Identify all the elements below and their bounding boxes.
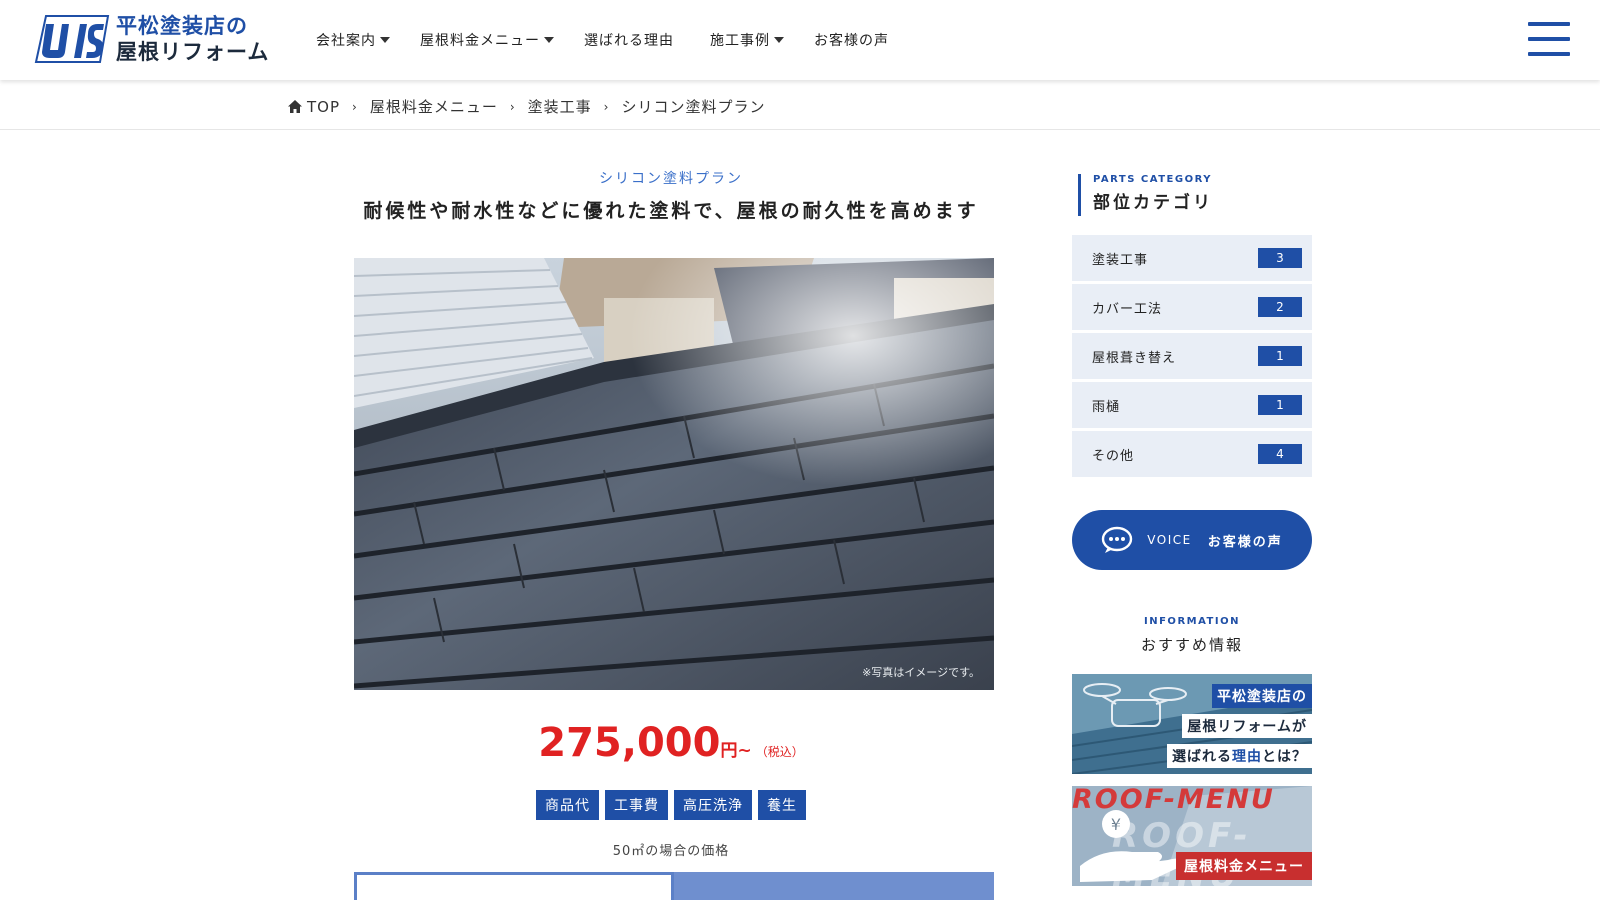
caret-down-icon	[380, 37, 390, 43]
category-list: 塗装工事 3 カバー工法 2 屋根葺き替え 1 雨樋 1 その他 4	[1072, 235, 1312, 480]
category-label: カバー工法	[1092, 301, 1163, 317]
nav-price-menu[interactable]: 屋根料金メニュー	[420, 30, 554, 50]
category-label: 屋根葺き替え	[1092, 350, 1177, 366]
chevron-right-icon: ›	[509, 99, 516, 114]
chevron-right-icon: ›	[352, 99, 358, 114]
breadcrumb-top-label: TOP	[307, 97, 341, 116]
banner-reasons-line3-pre: 選ばれる	[1172, 749, 1232, 765]
logo-text: 平松塗装店の 屋根リフォーム	[116, 13, 269, 65]
banner-reasons-line1: 平松塗装店の	[1212, 684, 1312, 708]
voice-button-ja: お客様の声	[1207, 534, 1283, 550]
nav-works[interactable]: 施工事例	[710, 30, 784, 50]
nav-company[interactable]: 会社案内	[316, 30, 390, 50]
tag-item: 高圧洗浄	[674, 790, 752, 820]
info-heading-en: INFORMATION	[1144, 616, 1240, 627]
price-amount: 275,000	[538, 720, 721, 766]
banner-reasons-line3-em: 理由	[1232, 749, 1262, 765]
category-heading-ja: 部位カテゴリ	[1093, 193, 1213, 213]
caret-down-icon	[544, 37, 554, 43]
nav-voice[interactable]: お客様の声	[814, 30, 889, 50]
image-note: ※写真はイメージです。	[862, 666, 980, 679]
tag-item: 商品代	[536, 790, 599, 820]
global-nav: 会社案内 屋根料金メニュー 選ばれる理由 施工事例 お客様の声	[316, 30, 919, 50]
nav-price-menu-label: 屋根料金メニュー	[420, 33, 540, 49]
chat-bubble-icon	[1102, 526, 1133, 553]
nav-works-label: 施工事例	[710, 33, 770, 49]
banner-roof-menu-title: ROOF-MENU	[1072, 786, 1275, 815]
breadcrumb-current: シリコン塗料プラン	[621, 98, 766, 116]
included-items: 商品代 工事費 高圧洗浄 養生	[348, 790, 994, 820]
category-count-badge: 4	[1258, 444, 1302, 464]
price-tax: （税込）	[755, 745, 804, 759]
hero-roof-image: ※写真はイメージです。	[354, 258, 994, 690]
banner-reasons-line3: 選ばれる理由とは？	[1167, 744, 1312, 768]
logo-mark-icon	[30, 12, 110, 66]
page-title: 耐候性や耐水性などに優れた塗料で、屋根の耐久性を高めます	[363, 200, 979, 222]
category-count-badge: 3	[1258, 248, 1302, 268]
site-logo[interactable]: 平松塗装店の 屋根リフォーム	[30, 12, 269, 66]
banner-roof-menu[interactable]: ¥ ROOF-MENU ROOF-MENU 屋根料金メニュー	[1072, 786, 1312, 886]
category-item-cover[interactable]: カバー工法 2	[1072, 284, 1312, 330]
nav-company-label: 会社案内	[316, 33, 376, 49]
banner-reasons-line2: 屋根リフォームが	[1182, 714, 1312, 738]
plan-subtitle: シリコン塗料プラン	[599, 171, 743, 187]
logo-line-1: 平松塗装店の	[116, 14, 248, 38]
info-heading-ja: おすすめ情報	[1140, 636, 1243, 654]
breadcrumb: TOP › 屋根料金メニュー › 塗装工事 › シリコン塗料プラン	[0, 80, 1600, 130]
banner-reasons[interactable]: 平松塗装店の 屋根リフォームが 選ばれる理由とは？	[1072, 674, 1312, 774]
category-count-badge: 1	[1258, 346, 1302, 366]
plan-tabs	[354, 872, 994, 900]
tag-item: 養生	[758, 790, 806, 820]
nav-reasons-label: 選ばれる理由	[584, 33, 674, 49]
site-header: 平松塗装店の 屋根リフォーム 会社案内 屋根料金メニュー 選ばれる理由 施工事例…	[0, 0, 1600, 80]
category-item-gutter[interactable]: 雨樋 1	[1072, 382, 1312, 428]
tag-item: 工事費	[605, 790, 668, 820]
hamburger-icon[interactable]	[1528, 22, 1570, 56]
category-item-reroof[interactable]: 屋根葺き替え 1	[1072, 333, 1312, 379]
price-display: 275,000円~ （税込）	[348, 720, 994, 766]
caret-down-icon	[774, 37, 784, 43]
logo-line-2: 屋根リフォーム	[116, 40, 270, 64]
plan-tab-1[interactable]	[354, 872, 674, 900]
home-icon	[288, 99, 302, 113]
category-item-other[interactable]: その他 4	[1072, 431, 1312, 477]
category-heading: PARTS CATEGORY 部位カテゴリ	[1078, 174, 1213, 216]
category-heading-en: PARTS CATEGORY	[1093, 174, 1212, 185]
breadcrumb-top[interactable]: TOP	[288, 98, 340, 116]
breadcrumb-price-menu[interactable]: 屋根料金メニュー	[370, 96, 498, 117]
category-label: 雨樋	[1092, 399, 1121, 415]
nav-voice-label: お客様の声	[814, 33, 889, 49]
plan-tab-2[interactable]	[674, 872, 994, 900]
chevron-right-icon: ›	[603, 99, 610, 114]
category-label: その他	[1092, 448, 1135, 464]
category-item-painting[interactable]: 塗装工事 3	[1072, 235, 1312, 281]
voice-button-en: VOICE	[1147, 533, 1192, 547]
price-unit: 円~	[720, 741, 752, 761]
banner-roof-menu-label: 屋根料金メニュー	[1176, 852, 1312, 880]
breadcrumb-painting[interactable]: 塗装工事	[528, 96, 592, 117]
category-count-badge: 1	[1258, 395, 1302, 415]
nav-reasons[interactable]: 選ばれる理由	[584, 30, 674, 50]
category-label: 塗装工事	[1092, 252, 1149, 268]
voice-button[interactable]: VOICE お客様の声	[1072, 510, 1312, 570]
area-note: 50㎡の場合の価格	[612, 844, 730, 859]
category-count-badge: 2	[1258, 297, 1302, 317]
banner-reasons-line3-post: とは？	[1262, 749, 1307, 765]
